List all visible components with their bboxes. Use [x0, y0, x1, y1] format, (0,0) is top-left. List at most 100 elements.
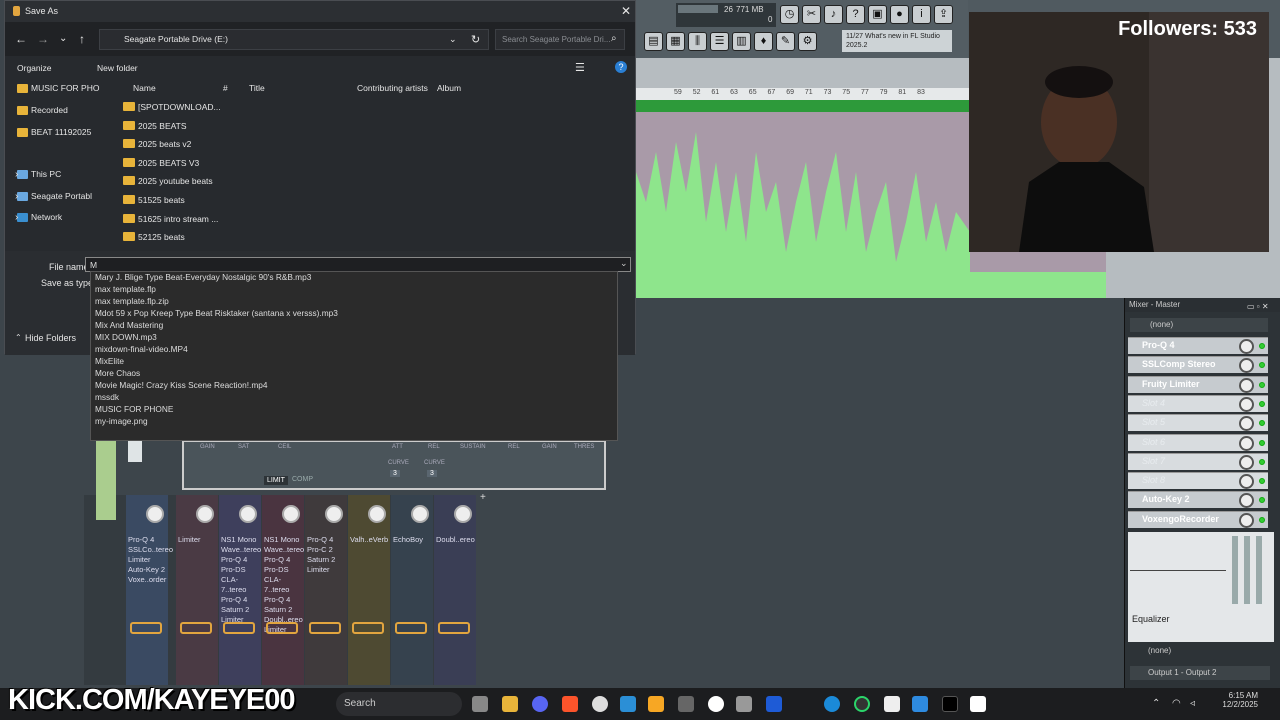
mixer-strip[interactable]: Valh..eVerb	[348, 495, 390, 685]
comp-tab[interactable]: COMP	[292, 476, 313, 483]
mixer-strip[interactable]: NS1 Mono Wave..tereo Pro-Q 4 Pro-DS CLA-7..t…	[262, 495, 304, 685]
obs-icon[interactable]	[592, 696, 608, 712]
strip-pan-knob[interactable]	[146, 505, 164, 523]
strip-pan-knob[interactable]	[196, 505, 214, 523]
strip-route-button[interactable]	[438, 622, 470, 634]
plugin-icon[interactable]: ♦	[754, 32, 773, 51]
mixer-strip[interactable]: EchoBoy	[391, 495, 433, 685]
chevron-right-icon[interactable]: ›	[15, 191, 18, 202]
up-icon[interactable]: ↑	[79, 32, 85, 46]
strip-route-button[interactable]	[130, 622, 162, 634]
autocomplete-item[interactable]: max template.flp.zip	[91, 296, 617, 308]
mixer-strip[interactable]: Pro-Q 4 Pro-C 2 Saturn 2 Limiter	[305, 495, 347, 685]
slot-enable-led[interactable]	[1259, 343, 1265, 349]
fruity-limiter-plugin[interactable]: LIMIT COMP GAIN SAT CEIL ATT REL SUSTAIN…	[182, 440, 606, 490]
slot-enable-led[interactable]	[1259, 381, 1265, 388]
organize-button[interactable]: Organize	[17, 63, 52, 73]
mixer-strip[interactable]: Doubl..ereo	[434, 495, 476, 685]
strip-pan-knob[interactable]	[454, 505, 472, 523]
autocomplete-item[interactable]: my-image.png	[91, 416, 617, 428]
strip-pan-knob[interactable]	[411, 505, 429, 523]
mixer-slot[interactable]: Slot 8	[1128, 472, 1268, 490]
curve-value-2[interactable]: 3	[427, 470, 437, 477]
input-select[interactable]: (none)	[1130, 318, 1268, 332]
col-album[interactable]: Album	[437, 83, 461, 93]
slot-mix-knob[interactable]	[1239, 377, 1254, 393]
slot-mix-knob[interactable]	[1239, 396, 1254, 412]
col-number[interactable]: #	[223, 83, 228, 93]
file-row[interactable]: 2025 beats v2	[123, 139, 191, 157]
recent-chevron-icon[interactable]: ⌄	[59, 33, 67, 44]
mixer-slot[interactable]: VoxengoRecorder	[1128, 510, 1268, 528]
strip-pan-knob[interactable]	[282, 505, 300, 523]
equalizer-section[interactable]: Equalizer	[1128, 532, 1274, 642]
slot-mix-knob[interactable]	[1239, 512, 1254, 528]
view-icon[interactable]: ☰	[575, 61, 585, 74]
autocomplete-item[interactable]: Mix And Mastering	[91, 320, 617, 332]
col-name[interactable]: Name	[133, 83, 156, 93]
taskbar-clock[interactable]: 6:15 AM 12/2/2025	[1208, 691, 1258, 709]
autocomplete-item[interactable]: mssdk	[91, 392, 617, 404]
slot-mix-knob[interactable]	[1239, 474, 1254, 490]
file-explorer-icon[interactable]	[502, 696, 518, 712]
mixer-strip[interactable]: Pro-Q 4 SSLCo..tereo Limiter Auto-Key 2 Voxe…	[126, 495, 173, 685]
link-icon[interactable]: ⚙	[798, 32, 817, 51]
file-row[interactable]: 52125 beats	[123, 232, 185, 250]
eq-fader-2[interactable]	[1244, 536, 1250, 604]
slot-mix-knob[interactable]	[1239, 454, 1254, 470]
strip-route-button[interactable]	[352, 622, 384, 634]
add-track-icon[interactable]: +	[480, 492, 486, 503]
audio-clip-header[interactable]	[636, 100, 970, 112]
mixer-slot[interactable]: SSLComp Stereo	[1128, 356, 1268, 374]
sidebar-item[interactable]: Network	[17, 212, 62, 226]
autocomplete-item[interactable]: Mdot 59 x Pop Kreep Type Beat Risktaker …	[91, 308, 617, 320]
eq-fader-3[interactable]	[1256, 536, 1262, 604]
sidebar-item[interactable]: BEAT 11192025	[17, 127, 91, 141]
app-icon-circle[interactable]	[854, 696, 870, 712]
file-name-input[interactable]: M	[85, 257, 631, 272]
slot-mix-knob[interactable]	[1239, 358, 1254, 374]
discord-icon[interactable]	[532, 696, 548, 712]
master-fader[interactable]	[128, 440, 142, 462]
mixer-strip[interactable]: Limiter	[176, 495, 218, 685]
slot-enable-led[interactable]	[1259, 458, 1265, 465]
file-row[interactable]: 51525 beats	[123, 195, 185, 213]
limit-tab[interactable]: LIMIT	[264, 476, 288, 485]
taskbar-search[interactable]: Search	[336, 692, 462, 716]
sidebar-item[interactable]: Seagate Portabl	[17, 191, 92, 205]
autocomplete-item[interactable]: MIX DOWN.mp3	[91, 332, 617, 344]
slot-mix-knob[interactable]	[1239, 339, 1254, 354]
strip-pan-knob[interactable]	[325, 505, 343, 523]
strip-pan-knob[interactable]	[368, 505, 386, 523]
notes-icon[interactable]	[678, 696, 694, 712]
mixer-slot[interactable]: Fruity Limiter	[1128, 375, 1268, 393]
slot-enable-led[interactable]	[1259, 497, 1265, 504]
output-fx-select[interactable]: (none)	[1148, 646, 1171, 655]
hide-folders-button[interactable]: Hide Folders	[25, 333, 76, 343]
output-select[interactable]: Output 1 - Output 2	[1130, 666, 1270, 680]
app-icon-e[interactable]	[970, 696, 986, 712]
autocomplete-item[interactable]: Mary J. Blige Type Beat-Everyday Nostalg…	[91, 272, 617, 284]
col-artists[interactable]: Contributing artists	[357, 83, 428, 93]
forward-icon[interactable]: →	[37, 32, 49, 46]
record-icon[interactable]: ●	[890, 5, 909, 24]
strip-route-button[interactable]	[266, 622, 298, 634]
app-icon-w[interactable]	[766, 696, 782, 712]
strip-route-button[interactable]	[180, 622, 212, 634]
refresh-icon[interactable]: ↻	[471, 33, 480, 46]
file-row[interactable]: [SPOTDOWNLOAD...	[123, 102, 221, 120]
chevron-right-icon[interactable]: ›	[15, 169, 18, 180]
address-dropdown-icon[interactable]: ⌄	[449, 34, 457, 45]
back-icon[interactable]: ←	[15, 32, 27, 46]
sidebar-item[interactable]: Recorded	[17, 105, 68, 119]
brave-icon[interactable]	[562, 696, 578, 712]
chevron-up-tray-icon[interactable]: ⌃	[1152, 698, 1160, 709]
mixer-slot[interactable]: Slot 5	[1128, 414, 1268, 432]
slot-mix-knob[interactable]	[1239, 435, 1254, 451]
slot-enable-led[interactable]	[1259, 439, 1265, 446]
tool-icon[interactable]: ✎	[776, 32, 795, 51]
settings-icon[interactable]	[736, 696, 752, 712]
autocomplete-item[interactable]: More Chaos	[91, 368, 617, 380]
playlist-icon[interactable]: ▤	[644, 32, 663, 51]
mic-icon[interactable]: ♪	[824, 5, 843, 24]
